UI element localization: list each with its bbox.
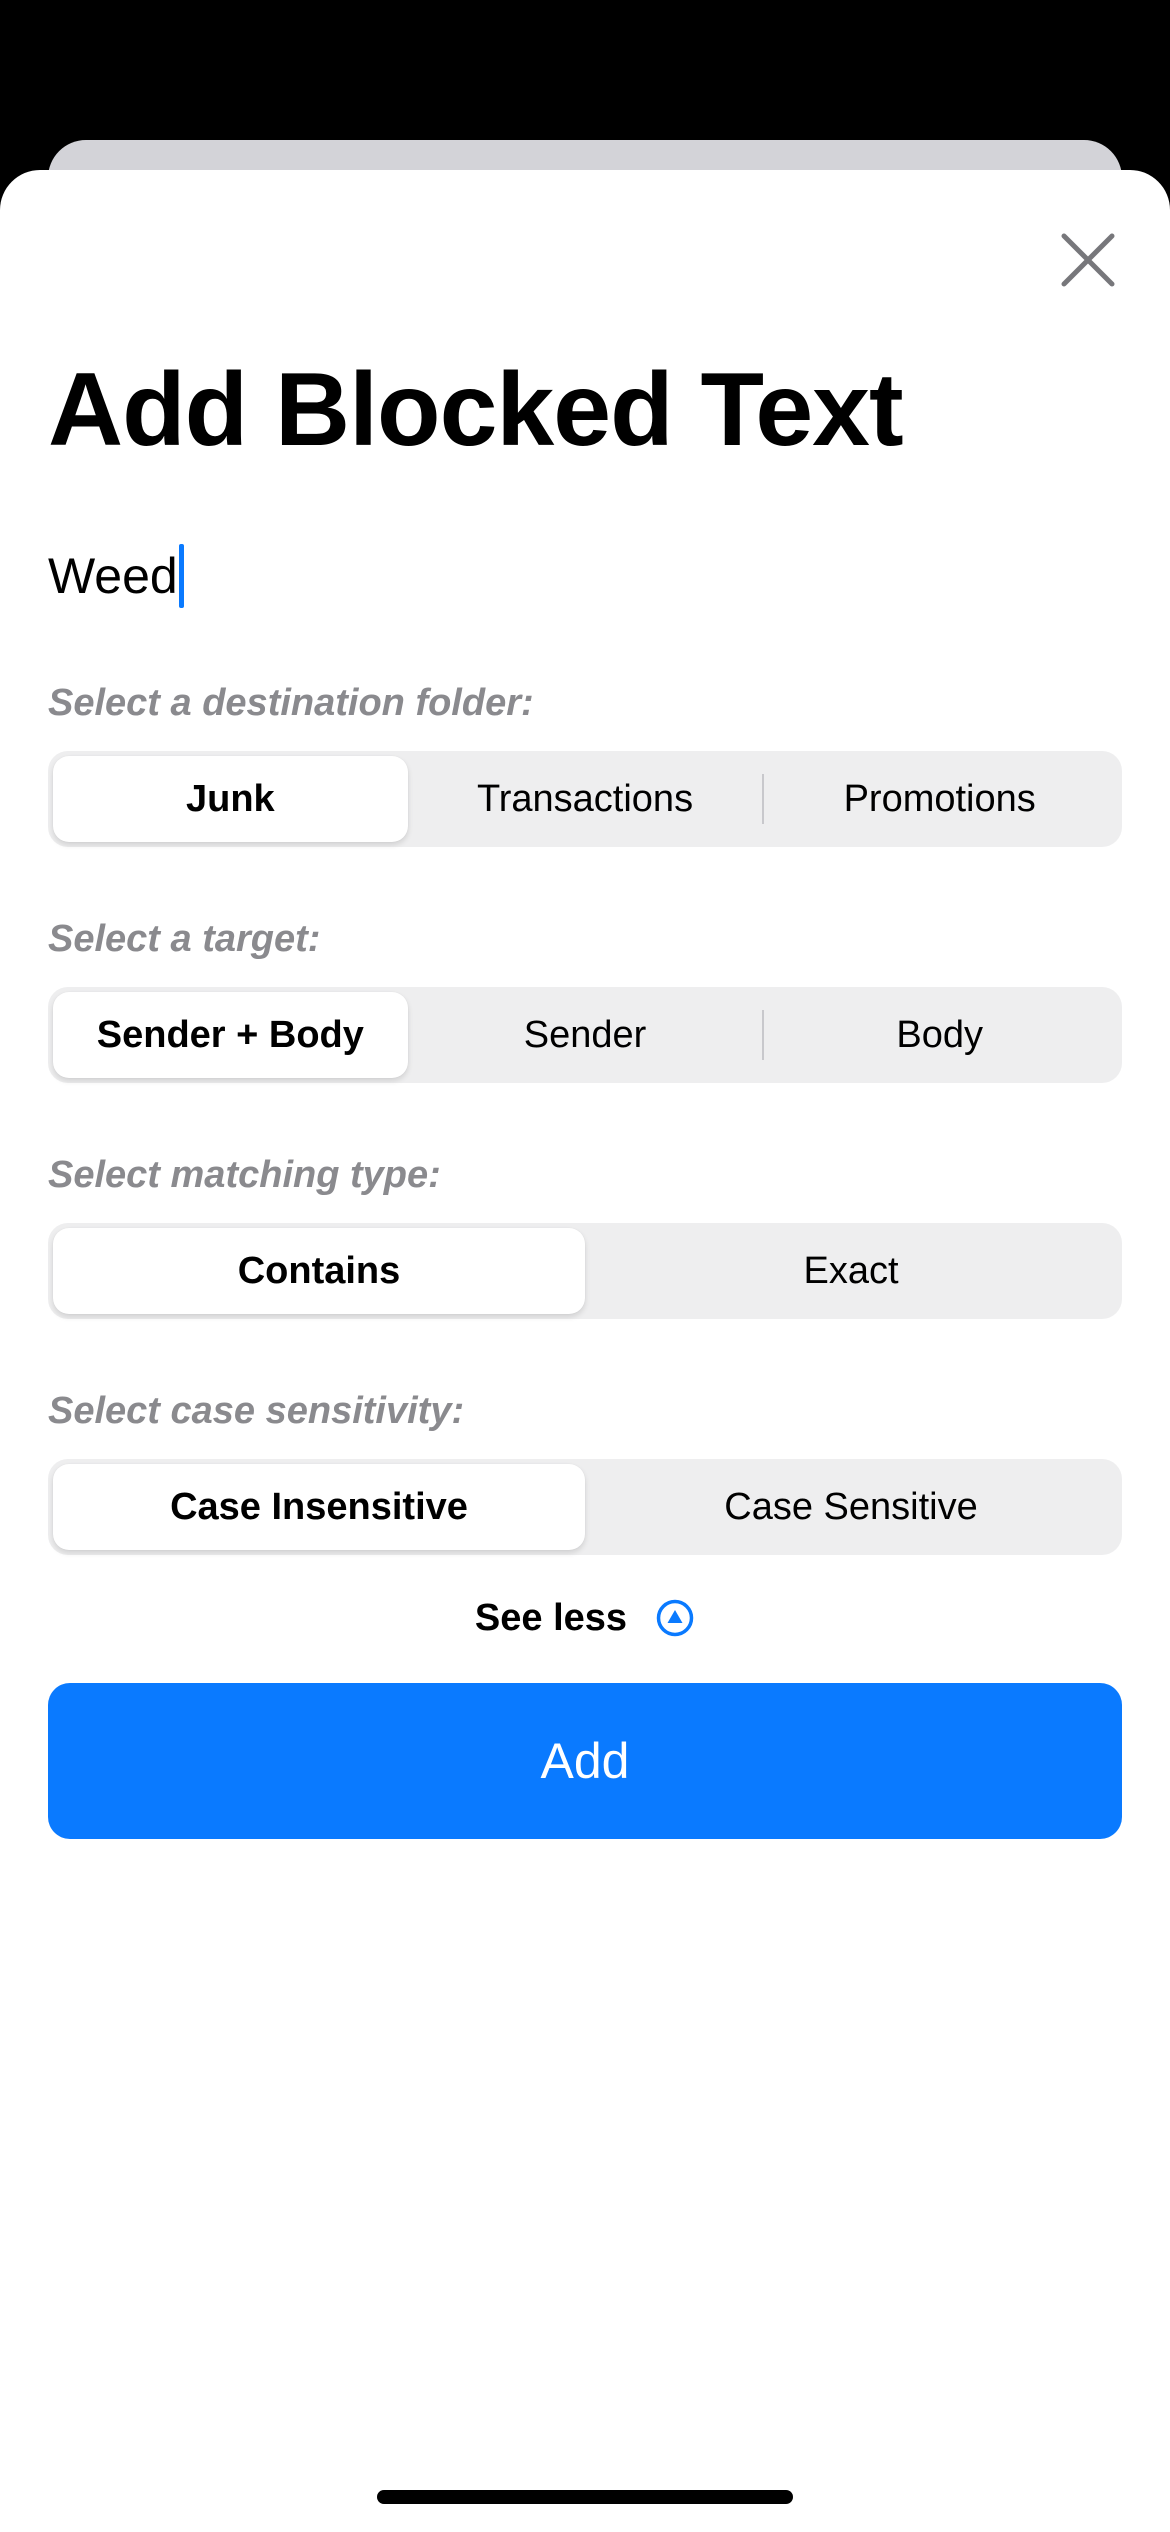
see-less-toggle[interactable]: See less — [0, 1586, 1170, 1650]
blocked-text-value: Weed — [48, 548, 178, 604]
matching-type-label: Select matching type: — [48, 1154, 441, 1196]
add-button[interactable]: Add — [48, 1683, 1122, 1839]
target-label: Select a target: — [48, 918, 321, 960]
modal-sheet — [0, 170, 1170, 2532]
case-sensitivity-control: Case Insensitive Case Sensitive — [48, 1459, 1122, 1555]
see-less-label: See less — [474, 1596, 628, 1639]
segment-case-sensitive[interactable]: Case Sensitive — [585, 1464, 1117, 1550]
text-caret — [178, 544, 184, 608]
destination-folder-control: Junk Transactions Promotions — [48, 751, 1122, 847]
home-indicator — [377, 2490, 793, 2504]
segment-body[interactable]: Body — [762, 992, 1117, 1078]
segment-case-insensitive[interactable]: Case Insensitive — [53, 1464, 585, 1550]
destination-folder-label: Select a destination folder: — [48, 682, 534, 724]
matching-type-control: Contains Exact — [48, 1223, 1122, 1319]
segment-contains[interactable]: Contains — [53, 1228, 585, 1314]
segment-junk[interactable]: Junk — [53, 756, 408, 842]
blocked-text-input[interactable]: Weed — [48, 536, 1122, 616]
case-sensitivity-label: Select case sensitivity: — [48, 1390, 465, 1432]
page-title: Add Blocked Text — [48, 352, 904, 468]
segment-sender-body[interactable]: Sender + Body — [53, 992, 408, 1078]
chevron-up-circle-icon — [655, 1598, 695, 1638]
target-control: Sender + Body Sender Body — [48, 987, 1122, 1083]
close-icon — [1061, 233, 1115, 287]
segment-transactions[interactable]: Transactions — [408, 756, 763, 842]
close-button[interactable] — [1048, 220, 1128, 300]
segment-sender[interactable]: Sender — [408, 992, 763, 1078]
segment-exact[interactable]: Exact — [585, 1228, 1117, 1314]
segment-promotions[interactable]: Promotions — [762, 756, 1117, 842]
